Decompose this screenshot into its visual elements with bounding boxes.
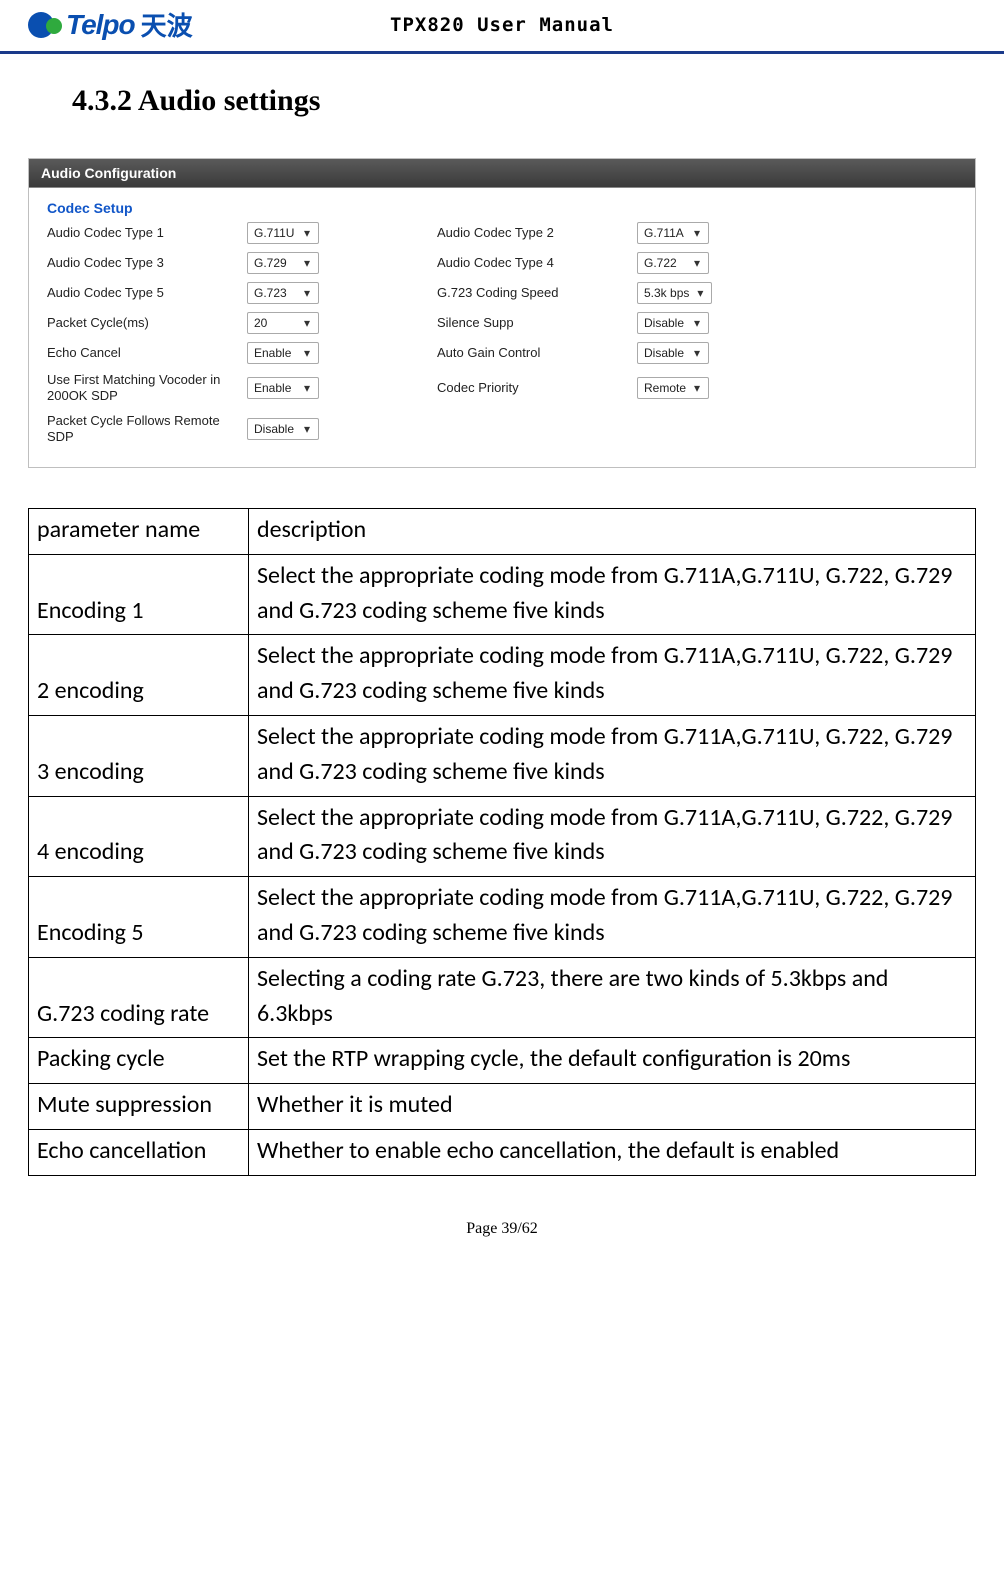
table-header-cell: description [249,509,976,555]
form-label: Audio Codec Type 5 [47,285,247,301]
param-name-cell: Encoding 1 [29,554,249,635]
dropdown-value: Disable [644,316,684,330]
logo-icon [28,8,62,42]
dropdown-value: 20 [254,316,267,330]
table-row: 2 encodingSelect the appropriate coding … [29,635,976,716]
dropdown-select[interactable]: Disable ▾ [247,418,319,440]
table-row: Mute suppressionWhether it is muted [29,1084,976,1130]
form-label: Packet Cycle(ms) [47,315,247,331]
dropdown-value: Remote [644,381,686,395]
form-label: Echo Cancel [47,345,247,361]
logo-text-en: Telpo [66,9,135,41]
dropdown-select[interactable]: Remote ▾ [637,377,709,399]
chevron-down-icon: ▾ [300,256,314,270]
dropdown-value: Disable [254,422,294,436]
form-label: Packet Cycle Follows Remote SDP [47,413,247,446]
form-label: Audio Codec Type 1 [47,225,247,241]
table-row: Echo cancellationWhether to enable echo … [29,1129,976,1175]
dropdown-select[interactable]: Enable ▾ [247,342,319,364]
table-header-cell: parameter name [29,509,249,555]
dropdown-select[interactable]: G.723 ▾ [247,282,319,304]
form-label: G.723 Coding Speed [437,285,637,301]
dropdown-value: Enable [254,346,291,360]
param-desc-cell: Whether to enable echo cancellation, the… [249,1129,976,1175]
chevron-down-icon: ▾ [300,381,314,395]
document-title: TPX820 User Manual [390,14,614,36]
dropdown-select[interactable]: Disable ▾ [637,342,709,364]
dropdown-select[interactable]: Disable ▾ [637,312,709,334]
group-title: Codec Setup [47,200,957,216]
param-desc-cell: Select the appropriate coding mode from … [249,796,976,877]
table-row: Packing cycleSet the RTP wrapping cycle,… [29,1038,976,1084]
param-name-cell: 2 encoding [29,635,249,716]
form-label: Use First Matching Vocoder in 200OK SDP [47,372,247,405]
table-row: G.723 coding rateSelecting a coding rate… [29,957,976,1038]
param-name-cell: 3 encoding [29,715,249,796]
form-label: Audio Codec Type 2 [437,225,637,241]
dropdown-value: G.722 [644,256,677,270]
chevron-down-icon: ▾ [690,226,704,240]
dropdown-value: 5.3k bps [644,286,689,300]
param-name-cell: G.723 coding rate [29,957,249,1038]
form-label: Audio Codec Type 3 [47,255,247,271]
chevron-down-icon: ▾ [300,286,314,300]
param-name-cell: Echo cancellation [29,1129,249,1175]
table-row: Encoding 1Select the appropriate coding … [29,554,976,635]
dropdown-value: Disable [644,346,684,360]
dropdown-value: Enable [254,381,291,395]
param-name-cell: Encoding 5 [29,877,249,958]
section-heading: 4.3.2 Audio settings [72,84,976,118]
dropdown-value: G.711U [254,226,294,240]
dropdown-select[interactable]: G.711U ▾ [247,222,319,244]
chevron-down-icon: ▾ [300,316,314,330]
chevron-down-icon: ▾ [690,316,704,330]
parameter-table: parameter namedescriptionEncoding 1Selec… [28,508,976,1176]
panel-title-bar: Audio Configuration [29,159,975,188]
chevron-down-icon: ▾ [300,422,314,436]
dropdown-select[interactable]: 20 ▾ [247,312,319,334]
page-header: Telpo 天波 TPX820 User Manual [0,0,1004,54]
form-label: Audio Codec Type 4 [437,255,637,271]
dropdown-select[interactable]: G.711A ▾ [637,222,709,244]
table-header-row: parameter namedescription [29,509,976,555]
chevron-down-icon: ▾ [300,226,314,240]
param-desc-cell: Select the appropriate coding mode from … [249,877,976,958]
dropdown-select[interactable]: 5.3k bps ▾ [637,282,712,304]
dropdown-select[interactable]: G.722 ▾ [637,252,709,274]
form-label: Silence Supp [437,315,637,331]
dropdown-select[interactable]: Enable ▾ [247,377,319,399]
dropdown-value: G.711A [644,226,684,240]
param-desc-cell: Select the appropriate coding mode from … [249,715,976,796]
chevron-down-icon: ▾ [300,346,314,360]
chevron-down-icon: ▾ [690,346,704,360]
chevron-down-icon: ▾ [690,381,704,395]
param-name-cell: Mute suppression [29,1084,249,1130]
param-name-cell: 4 encoding [29,796,249,877]
logo-text-cn: 天波 [141,6,193,43]
param-desc-cell: Select the appropriate coding mode from … [249,554,976,635]
form-label: Auto Gain Control [437,345,637,361]
param-desc-cell: Whether it is muted [249,1084,976,1130]
dropdown-value: G.723 [254,286,287,300]
param-desc-cell: Set the RTP wrapping cycle, the default … [249,1038,976,1084]
param-desc-cell: Select the appropriate coding mode from … [249,635,976,716]
dropdown-select[interactable]: G.729 ▾ [247,252,319,274]
table-row: Encoding 5Select the appropriate coding … [29,877,976,958]
chevron-down-icon: ▾ [690,256,704,270]
dropdown-value: G.729 [254,256,287,270]
param-desc-cell: Selecting a coding rate G.723, there are… [249,957,976,1038]
chevron-down-icon: ▾ [693,286,707,300]
page-footer: Page 39/62 [0,1186,1004,1256]
param-name-cell: Packing cycle [29,1038,249,1084]
codec-form-grid: Audio Codec Type 1 G.711U ▾ Audio Codec Typ… [47,222,957,445]
form-label: Codec Priority [437,380,637,396]
table-row: 3 encodingSelect the appropriate coding … [29,715,976,796]
brand-logo: Telpo 天波 [28,6,193,43]
table-row: 4 encodingSelect the appropriate coding … [29,796,976,877]
audio-config-panel: Audio Configuration Codec Setup Audio Co… [28,158,976,468]
